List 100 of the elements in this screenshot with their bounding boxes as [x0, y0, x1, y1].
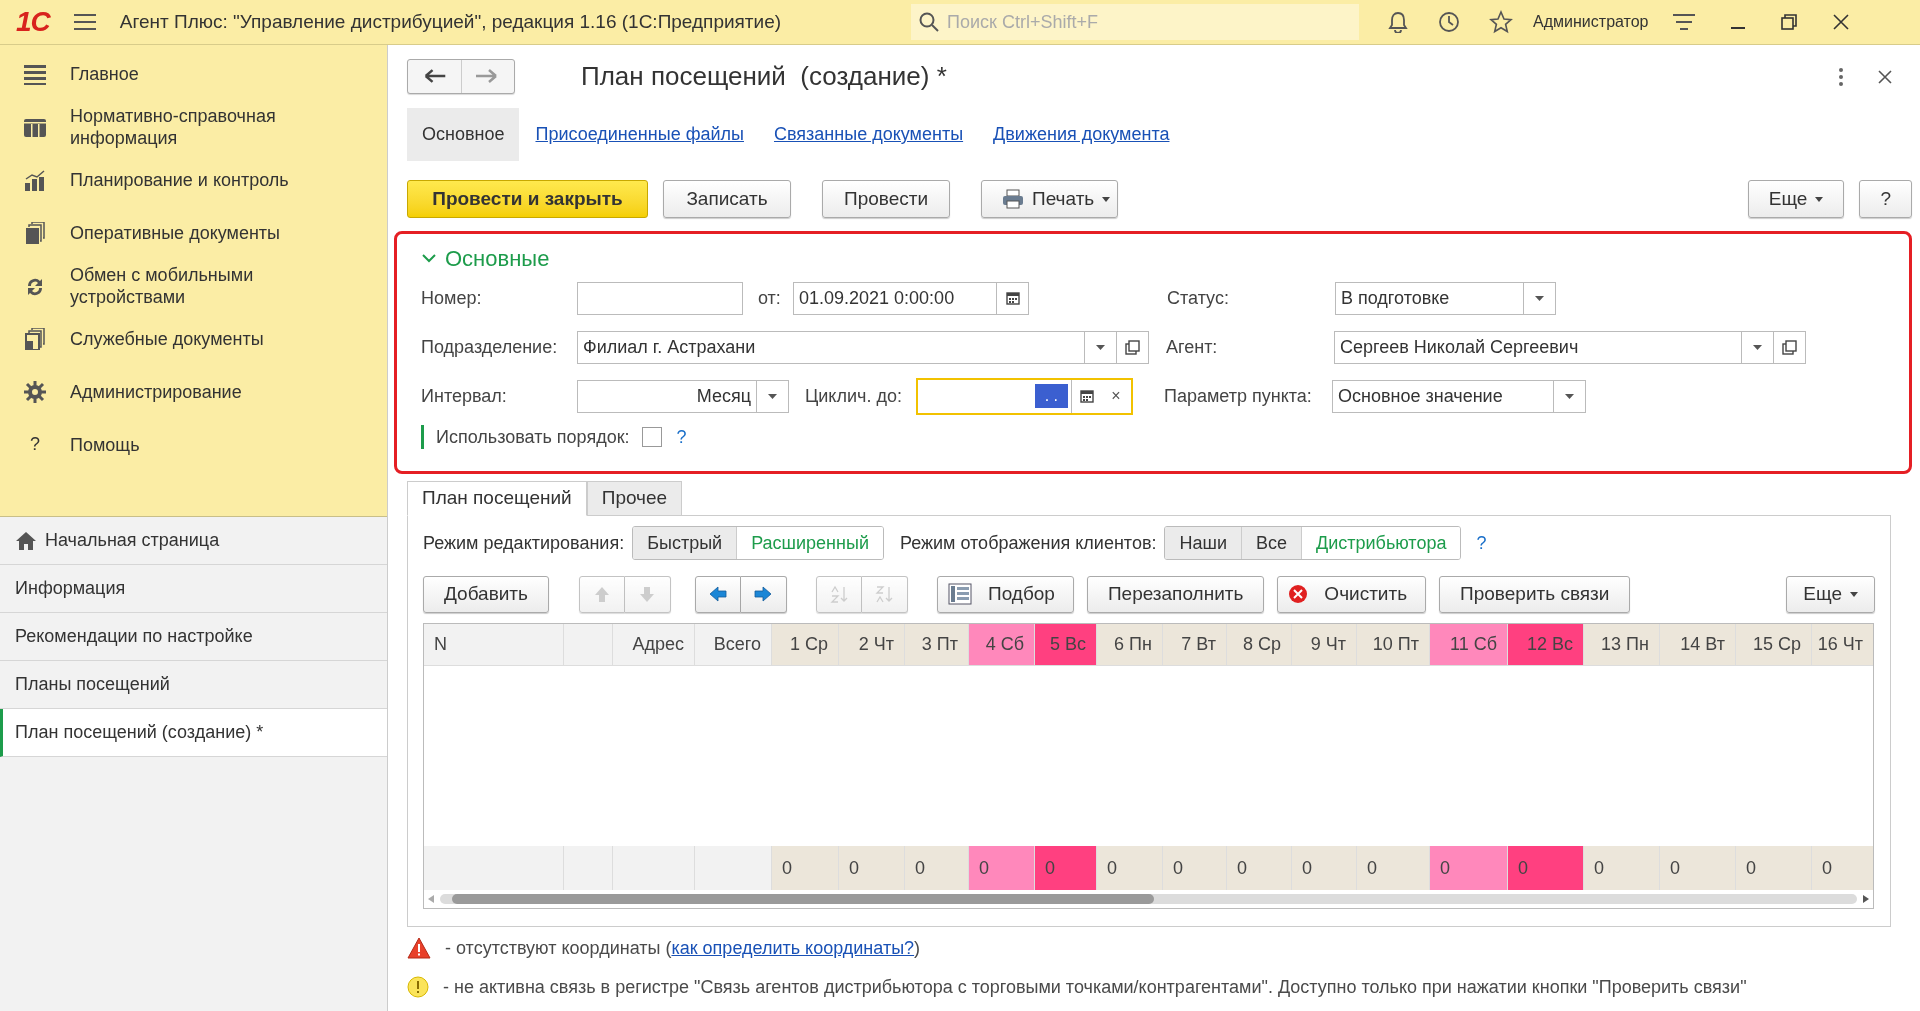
picker-button[interactable]: Подбор: [937, 575, 1074, 613]
close-icon[interactable]: [1832, 14, 1849, 30]
open-button[interactable]: [1117, 330, 1149, 364]
help-button[interactable]: ?: [1859, 180, 1912, 218]
tab[interactable]: План посещений: [407, 481, 587, 516]
open-window-item[interactable]: Начальная страница: [0, 517, 387, 565]
section-link[interactable]: Администрирование: [70, 380, 300, 403]
toolbar-button[interactable]: [695, 575, 741, 613]
checkbox[interactable]: [641, 427, 662, 447]
scroll-right-icon[interactable]: [1863, 895, 1869, 903]
column-header: 11 Сб: [1430, 624, 1508, 665]
dropdown-button[interactable]: [1742, 330, 1774, 364]
clear-icon: [1288, 584, 1309, 604]
section-link[interactable]: Служебные документы: [70, 327, 300, 350]
star-icon[interactable]: [1489, 10, 1514, 34]
dropdown-button[interactable]: [757, 379, 789, 413]
segment-option[interactable]: Наши: [1165, 527, 1242, 559]
command-button[interactable]: Провести: [822, 180, 950, 218]
scrollbar-thumb[interactable]: [452, 894, 1154, 904]
tab[interactable]: Связанные документы: [759, 121, 979, 148]
interval-field[interactable]: Месяц: [577, 379, 757, 413]
open-button[interactable]: [1774, 330, 1806, 364]
column-header: 13 Пн: [1584, 624, 1660, 665]
more-button[interactable]: Еще: [1786, 575, 1875, 613]
history-icon[interactable]: [1437, 10, 1462, 34]
status-field[interactable]: В подготовке: [1335, 281, 1524, 315]
search-field[interactable]: Поиск Ctrl+Shift+F: [911, 4, 1360, 40]
field-label: Интервал:: [421, 384, 508, 408]
open-window-item[interactable]: Информация: [0, 565, 387, 613]
column-header: Адрес: [613, 624, 695, 665]
scrollbar-track[interactable]: [440, 894, 1857, 904]
section-link[interactable]: Помощь: [70, 433, 300, 456]
command-button[interactable]: Записать: [663, 180, 791, 218]
column-header: 12 Вс: [1508, 624, 1584, 665]
close-icon[interactable]: [1878, 69, 1892, 84]
division-field[interactable]: Филиал г. Астрахани: [577, 330, 1085, 364]
field-label: Подразделение:: [421, 335, 559, 359]
section-link[interactable]: Оперативные документы: [70, 221, 300, 244]
column-header: 9 Чт: [1292, 624, 1357, 665]
segment-option[interactable]: Быстрый: [633, 527, 738, 559]
caret-icon: [1565, 393, 1574, 399]
bell-icon[interactable]: [1387, 11, 1410, 33]
column-header: 6 Пн: [1097, 624, 1163, 665]
total-cell: 0: [1035, 846, 1097, 890]
tab[interactable]: Присоединенные файлы: [520, 121, 759, 148]
field-label: Статус:: [1167, 286, 1230, 310]
dropdown-button[interactable]: [1524, 281, 1556, 315]
clear-button[interactable]: ×: [1101, 379, 1131, 413]
cyclic-until-field[interactable]: . . ×: [916, 377, 1133, 415]
help-link[interactable]: ?: [676, 423, 687, 451]
field-label: Параметр пункта:: [1164, 384, 1313, 408]
help-link[interactable]: как определить координаты?: [671, 937, 915, 958]
list-icon: [24, 62, 46, 85]
post-and-close-button[interactable]: Провести и закрыть: [407, 180, 648, 218]
open-icon: [1782, 339, 1797, 355]
sort-ascending-icon: [830, 584, 848, 604]
left-arrow-icon: [709, 584, 727, 604]
dropdown-button[interactable]: [1085, 330, 1117, 364]
clear-button[interactable]: Очистить: [1277, 575, 1427, 613]
user-name[interactable]: Администратор: [1533, 10, 1649, 34]
sort-descending-icon: [875, 584, 894, 604]
tab[interactable]: Движения документа: [978, 121, 1185, 148]
number-field[interactable]: [577, 281, 743, 315]
more-options-icon[interactable]: [1838, 66, 1844, 87]
column-header: 2 Чт: [839, 624, 905, 665]
toolbar-button[interactable]: Проверить связи: [1439, 575, 1631, 613]
field-label: Циклич. до:: [805, 384, 903, 408]
menu-icon[interactable]: [1672, 13, 1695, 31]
section-link[interactable]: Главное: [70, 62, 300, 85]
caret-icon: [1753, 344, 1762, 350]
more-button[interactable]: Еще: [1747, 180, 1845, 218]
menu-icon[interactable]: [73, 13, 96, 31]
section-link[interactable]: Планирование и контроль: [70, 168, 300, 191]
section-link[interactable]: Нормативно-справочная информация: [70, 104, 300, 149]
restore-icon[interactable]: [1780, 14, 1797, 30]
column-header: 5 Вс: [1035, 624, 1097, 665]
search-icon: [919, 12, 940, 32]
group-toggle[interactable]: Основные: [421, 244, 1909, 272]
tab[interactable]: Основное: [407, 108, 520, 161]
agent-field[interactable]: Сергеев Николай Сергеевич: [1334, 330, 1742, 364]
help-link[interactable]: ?: [1476, 529, 1487, 557]
toolbar-button[interactable]: Добавить: [423, 575, 549, 613]
open-window-item[interactable]: План посещений (создание) *: [0, 709, 387, 757]
open-window-item[interactable]: Рекомендации по настройке: [0, 613, 387, 661]
segment-option[interactable]: Все: [1242, 527, 1302, 559]
calendar-button[interactable]: [997, 281, 1029, 315]
dropdown-button[interactable]: [1554, 379, 1586, 413]
print-button[interactable]: Печать: [981, 180, 1118, 218]
section-link[interactable]: Обмен с мобильными устройствами: [70, 263, 300, 308]
column-header: 1 Ср: [772, 624, 839, 665]
list-icon: [948, 583, 972, 605]
scroll-left-icon[interactable]: [428, 895, 434, 903]
selected-date-text: . .: [1034, 384, 1068, 408]
toolbar-button[interactable]: [741, 575, 787, 613]
toolbar-button[interactable]: Перезаполнить: [1086, 575, 1265, 613]
date-field[interactable]: 01.09.2021 0:00:00: [793, 281, 997, 315]
point-param-field[interactable]: Основное значение: [1332, 379, 1554, 413]
tab[interactable]: Прочее: [586, 481, 683, 516]
down-arrow-icon: [638, 584, 657, 604]
calendar-icon: [1079, 389, 1094, 403]
